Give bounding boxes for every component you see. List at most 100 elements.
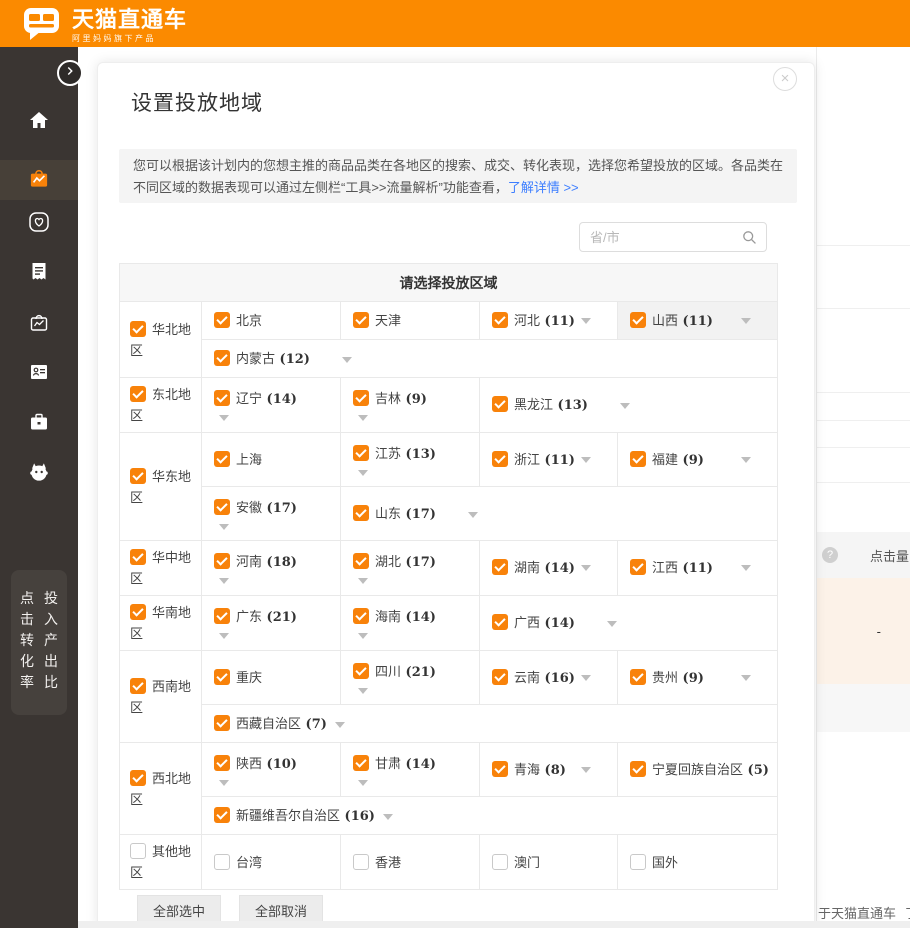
sidebar-item-home[interactable] [0, 102, 78, 142]
option-label[interactable]: 香港 [375, 855, 401, 870]
option-label[interactable]: 青海 [514, 762, 540, 777]
checked-checkbox[interactable] [630, 451, 646, 467]
option-label[interactable]: 湖南 [514, 560, 540, 575]
checked-checkbox[interactable] [214, 715, 230, 731]
dropdown-arrow-icon[interactable] [581, 565, 591, 571]
checked-checkbox[interactable] [492, 451, 508, 467]
checked-checkbox[interactable] [214, 390, 230, 406]
checked-checkbox[interactable] [353, 505, 369, 521]
dropdown-arrow-icon[interactable] [219, 578, 229, 584]
dropdown-arrow-icon[interactable] [741, 457, 751, 463]
checked-checkbox[interactable] [214, 807, 230, 823]
option-label[interactable]: 西藏自治区 [236, 716, 301, 731]
option-label[interactable]: 贵州 [652, 670, 678, 685]
dropdown-arrow-icon[interactable] [741, 565, 751, 571]
dropdown-arrow-icon[interactable] [620, 403, 630, 409]
option-label[interactable]: 上海 [236, 452, 262, 467]
option-label[interactable]: 江西 [652, 560, 678, 575]
dropdown-arrow-icon[interactable] [741, 318, 751, 324]
checked-checkbox[interactable] [492, 396, 508, 412]
dropdown-arrow-icon[interactable] [219, 633, 229, 639]
checked-checkbox[interactable] [630, 669, 646, 685]
option-label[interactable]: 澳门 [514, 855, 540, 870]
checked-checkbox[interactable] [214, 499, 230, 515]
option-label[interactable]: 河南 [236, 554, 262, 569]
option-label[interactable]: 陕西 [236, 756, 262, 771]
checked-checkbox[interactable] [214, 312, 230, 328]
option-label[interactable]: 新疆维吾尔自治区 [236, 808, 340, 823]
option-label[interactable]: 四川 [375, 664, 401, 679]
brand[interactable]: 天猫直通车 阿里妈妈旗下产品 [20, 3, 187, 48]
checked-checkbox[interactable] [130, 604, 146, 620]
dropdown-arrow-icon[interactable] [219, 524, 229, 530]
dropdown-arrow-icon[interactable] [383, 814, 393, 820]
checked-checkbox[interactable] [214, 451, 230, 467]
option-label[interactable]: 吉林 [375, 391, 401, 406]
checked-checkbox[interactable] [214, 553, 230, 569]
dropdown-arrow-icon[interactable] [358, 578, 368, 584]
option-label[interactable]: 江苏 [375, 446, 401, 461]
option-label[interactable]: 浙江 [514, 452, 540, 467]
dropdown-arrow-icon[interactable] [358, 780, 368, 786]
option-label[interactable]: 重庆 [236, 670, 262, 685]
checked-checkbox[interactable] [353, 663, 369, 679]
unchecked-checkbox[interactable] [492, 854, 508, 870]
close-icon[interactable]: × [773, 67, 797, 91]
checked-checkbox[interactable] [130, 386, 146, 402]
option-label[interactable]: 安徽 [236, 500, 262, 515]
checked-checkbox[interactable] [492, 761, 508, 777]
checked-checkbox[interactable] [353, 608, 369, 624]
checked-checkbox[interactable] [492, 614, 508, 630]
dropdown-arrow-icon[interactable] [741, 675, 751, 681]
sidebar-item-shop[interactable] [0, 304, 78, 344]
checked-checkbox[interactable] [130, 678, 146, 694]
option-label[interactable]: 山西 [652, 313, 678, 328]
search-icon[interactable] [741, 229, 758, 251]
checked-checkbox[interactable] [492, 559, 508, 575]
unchecked-checkbox[interactable] [630, 854, 646, 870]
sidebar-item-account-card[interactable] [0, 354, 78, 394]
checked-checkbox[interactable] [353, 390, 369, 406]
checked-checkbox[interactable] [630, 761, 646, 777]
sidebar-item-favorites[interactable] [0, 204, 78, 244]
dropdown-arrow-icon[interactable] [358, 688, 368, 694]
sidebar-item-reports[interactable] [0, 254, 78, 294]
option-label[interactable]: 云南 [514, 670, 540, 685]
option-label[interactable]: 宁夏回族自治区 [652, 762, 743, 777]
option-label[interactable]: 广西 [514, 615, 540, 630]
dropdown-arrow-icon[interactable] [581, 457, 591, 463]
dropdown-arrow-icon[interactable] [358, 470, 368, 476]
unchecked-checkbox[interactable] [353, 854, 369, 870]
option-label[interactable]: 国外 [652, 855, 678, 870]
dropdown-arrow-icon[interactable] [219, 415, 229, 421]
dropdown-arrow-icon[interactable] [342, 357, 352, 363]
option-label[interactable]: 湖北 [375, 554, 401, 569]
checked-checkbox[interactable] [130, 549, 146, 565]
unchecked-checkbox[interactable] [130, 843, 146, 859]
dropdown-arrow-icon[interactable] [777, 768, 778, 774]
dropdown-arrow-icon[interactable] [358, 633, 368, 639]
checked-checkbox[interactable] [214, 350, 230, 366]
search-input[interactable] [590, 223, 740, 251]
option-label[interactable]: 河北 [514, 313, 540, 328]
dropdown-arrow-icon[interactable] [335, 722, 345, 728]
sidebar-item-campaign-active[interactable] [0, 160, 78, 200]
checked-checkbox[interactable] [130, 770, 146, 786]
option-label[interactable]: 台湾 [236, 855, 262, 870]
option-label[interactable]: 辽宁 [236, 391, 262, 406]
sidebar-item-business[interactable] [0, 404, 78, 444]
option-label[interactable]: 山东 [375, 506, 401, 521]
dropdown-arrow-icon[interactable] [581, 318, 591, 324]
option-label[interactable]: 内蒙古 [236, 351, 275, 366]
sidebar-expand-button[interactable] [57, 60, 83, 86]
dropdown-arrow-icon[interactable] [358, 415, 368, 421]
option-label[interactable]: 广东 [236, 609, 262, 624]
checked-checkbox[interactable] [630, 559, 646, 575]
checked-checkbox[interactable] [630, 312, 646, 328]
checked-checkbox[interactable] [130, 468, 146, 484]
option-label[interactable]: 甘肃 [375, 756, 401, 771]
checked-checkbox[interactable] [214, 755, 230, 771]
checked-checkbox[interactable] [353, 312, 369, 328]
dropdown-arrow-icon[interactable] [581, 767, 591, 773]
metric-shortcut-panel[interactable]: 点击转化率 投入产出比 [11, 570, 67, 715]
